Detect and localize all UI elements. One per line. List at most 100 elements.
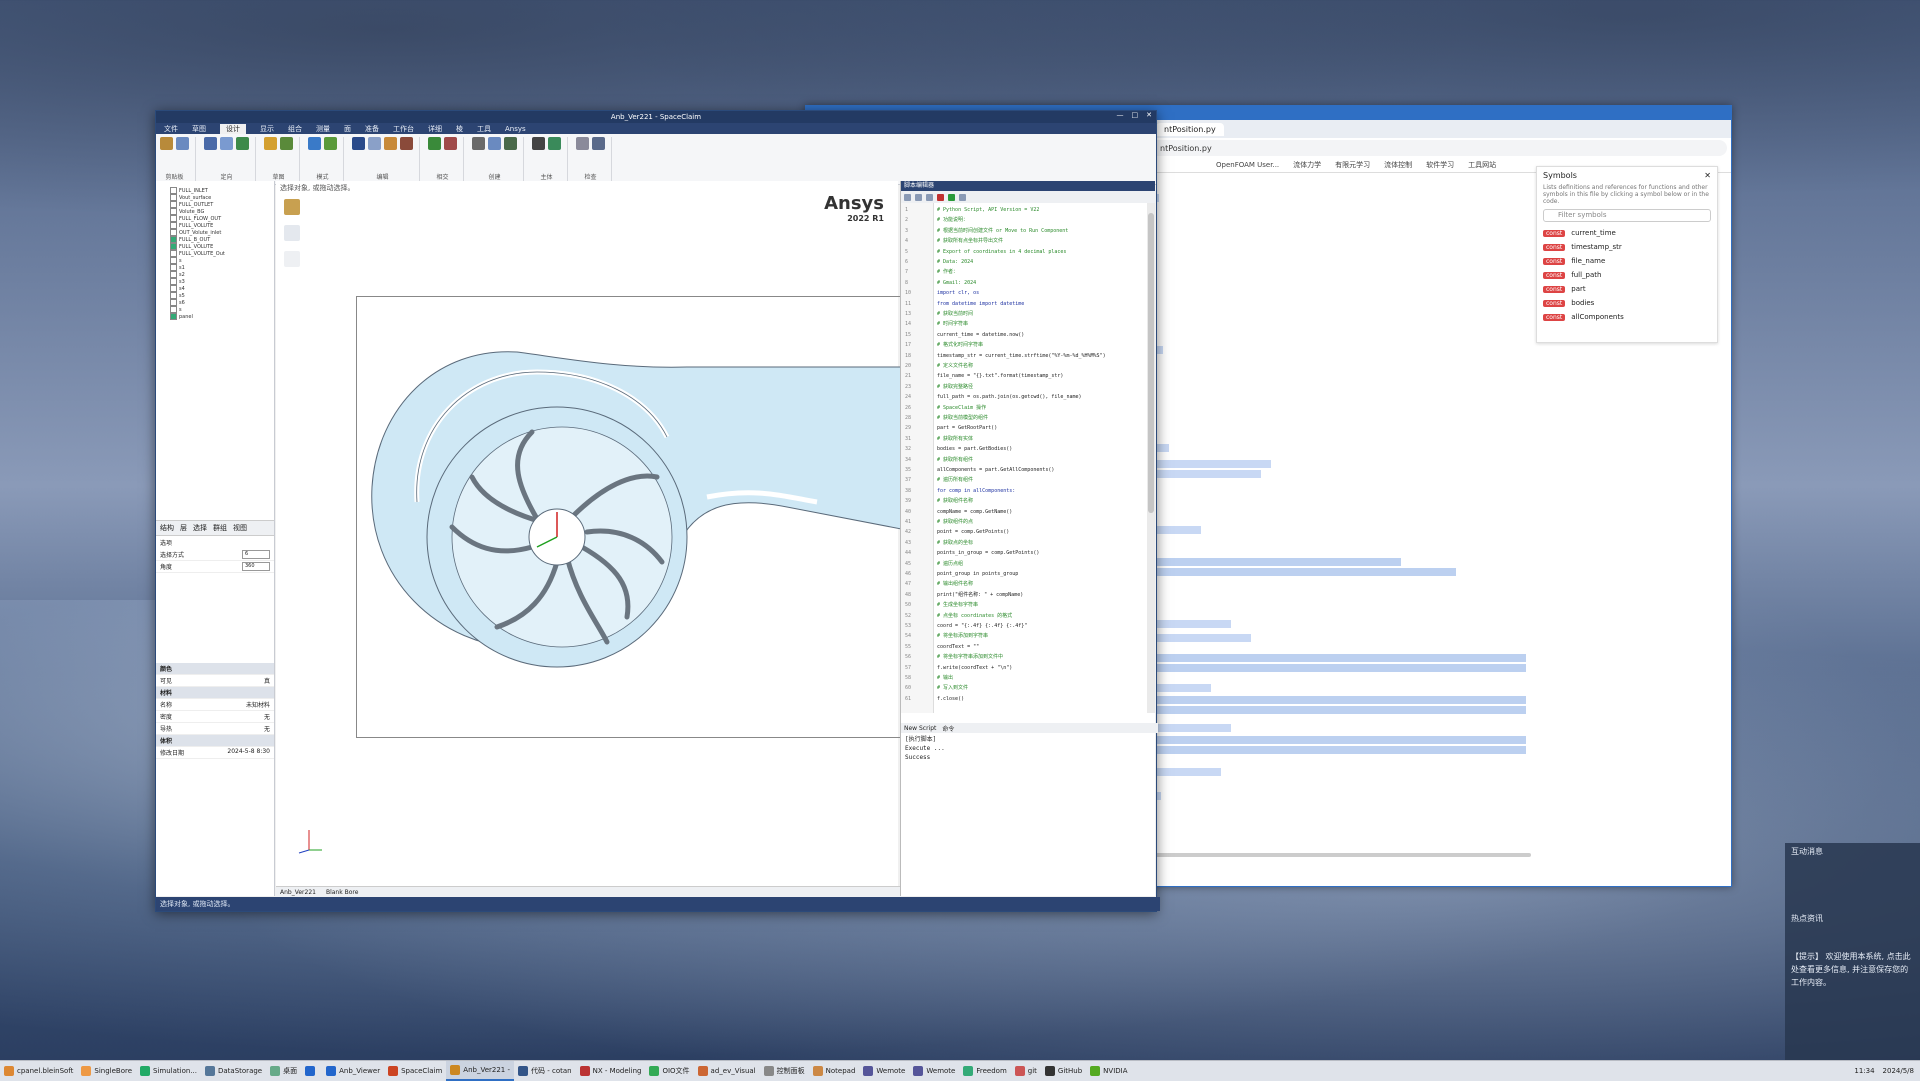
doc-tab[interactable]: Blank Bore <box>326 889 358 896</box>
taskbar-item[interactable] <box>301 1061 322 1081</box>
axis-icon[interactable] <box>488 137 501 150</box>
code-editor[interactable]: 1 2 3 4 5 6 7 8 10 11 13 14 15 17 18 20 21 23 24 26 28 29 31 32… <box>901 203 1147 713</box>
checkbox[interactable] <box>170 257 177 264</box>
bookmark-item[interactable]: 工具网站 <box>1468 160 1496 170</box>
run-icon[interactable] <box>948 193 955 201</box>
move-icon[interactable] <box>384 137 397 150</box>
debug-icon[interactable] <box>959 193 966 201</box>
checkbox[interactable] <box>170 215 177 222</box>
prop-row[interactable]: 可见 真 <box>156 675 274 687</box>
browser-tab[interactable]: ntPosition.py <box>1156 122 1224 136</box>
tree-item[interactable]: panel <box>156 313 274 320</box>
doc-tab[interactable]: Anb_Ver221 <box>280 889 316 896</box>
taskbar-item[interactable]: Wemote <box>909 1061 959 1081</box>
pan-icon[interactable] <box>236 137 249 150</box>
symbol-item[interactable]: const current_time <box>1537 226 1717 240</box>
taskbar-item[interactable]: ad_ev_Visual <box>694 1061 760 1081</box>
tree-item[interactable]: s1 <box>156 264 274 271</box>
bookmark-item[interactable]: OpenFOAM User... <box>1216 161 1279 169</box>
taskbar-item[interactable]: git <box>1011 1061 1041 1081</box>
tree-item[interactable]: FULL_VOLUTE <box>156 243 274 250</box>
prop-row[interactable]: 材料 <box>156 687 274 699</box>
tab-prepare[interactable]: 准备 <box>365 124 379 134</box>
symbol-item[interactable]: const part <box>1537 282 1717 296</box>
tab-display[interactable]: 显示 <box>260 124 274 134</box>
tab-structure[interactable]: 结构 <box>160 523 174 533</box>
tab-sketch[interactable]: 草图 <box>192 124 206 134</box>
taskbar-item[interactable]: Notepad <box>809 1061 860 1081</box>
check-tool-icon[interactable] <box>284 251 300 267</box>
pull-icon[interactable] <box>368 137 381 150</box>
symbol-item[interactable]: const file_name <box>1537 254 1717 268</box>
taskbar-item[interactable]: 桌面 <box>266 1061 301 1081</box>
bookmark-item[interactable]: 流体控制 <box>1384 160 1412 170</box>
checkbox[interactable] <box>170 194 177 201</box>
sketch-mode-icon[interactable] <box>308 137 321 150</box>
checkbox[interactable] <box>170 243 177 250</box>
checkbox[interactable] <box>170 292 177 299</box>
tree-item[interactable]: s <box>156 257 274 264</box>
symbol-item[interactable]: const full_path <box>1537 268 1717 282</box>
tree-item[interactable]: FULL_B_OUT <box>156 236 274 243</box>
save-icon[interactable] <box>926 193 933 201</box>
home-view-icon[interactable] <box>204 137 217 150</box>
prop-row[interactable]: 导热 无 <box>156 723 274 735</box>
taskbar-item[interactable]: OIO文件 <box>645 1061 693 1081</box>
line-icon[interactable] <box>280 137 293 150</box>
taskbar-item[interactable]: NVIDIA <box>1086 1061 1131 1081</box>
drawing-frame[interactable] <box>356 296 918 738</box>
checkbox[interactable] <box>170 278 177 285</box>
notification-panel[interactable]: 互动消息 热点资讯 【提示】 欢迎使用本系统, 点击此处查看更多信息, 并注意保… <box>1785 843 1920 1073</box>
open-icon[interactable] <box>915 193 922 201</box>
scroll-thumb[interactable] <box>1148 213 1154 513</box>
symbol-item[interactable]: const allComponents <box>1537 310 1717 324</box>
paste-icon[interactable] <box>160 137 173 150</box>
tree-item[interactable]: FULL_VOLUTE_Out <box>156 250 274 257</box>
tree-item[interactable]: s <box>156 306 274 313</box>
checkbox[interactable] <box>170 313 177 320</box>
taskbar-item[interactable]: Wemote <box>859 1061 909 1081</box>
taskbar-item[interactable]: SpaceClaim <box>384 1061 446 1081</box>
combine-icon[interactable] <box>428 137 441 150</box>
bookmark-item[interactable]: 软件学习 <box>1426 160 1454 170</box>
checkbox[interactable] <box>170 250 177 257</box>
split-icon[interactable] <box>444 137 457 150</box>
checkbox[interactable] <box>170 285 177 292</box>
check-icon[interactable] <box>592 137 605 150</box>
measure-icon[interactable] <box>576 137 589 150</box>
clock-date[interactable]: 2024/5/8 <box>1883 1067 1914 1075</box>
tree-item[interactable]: s3 <box>156 278 274 285</box>
prop-row[interactable]: 密度 无 <box>156 711 274 723</box>
prop-row[interactable]: 颜色 <box>156 663 274 675</box>
pencil-tool-icon[interactable] <box>284 225 300 241</box>
taskbar-item[interactable]: DataStorage <box>201 1061 266 1081</box>
bookmark-item[interactable]: 有限元学习 <box>1335 160 1370 170</box>
symbol-item[interactable]: const bodies <box>1537 296 1717 310</box>
tree-item[interactable]: FULL_VOLUTE <box>156 222 274 229</box>
symbol-item[interactable]: const timestamp_str <box>1537 240 1717 254</box>
browser-code-view[interactable] <box>1151 176 1531 876</box>
tree-item[interactable]: Volute_BG <box>156 208 274 215</box>
tree-item[interactable]: OUT_Volute_inlet <box>156 229 274 236</box>
tree-item[interactable]: FULL_INLET <box>156 187 274 194</box>
checkbox[interactable] <box>170 236 177 243</box>
tree-item[interactable]: Vout_surface <box>156 194 274 201</box>
prop-row[interactable]: 修改日期 2024-5-8 8:30 <box>156 747 274 759</box>
option-input[interactable]: 360 <box>242 562 270 571</box>
plane-view-icon[interactable] <box>220 137 233 150</box>
taskbar-item[interactable]: NX - Modeling <box>576 1061 646 1081</box>
new-script-icon[interactable] <box>904 193 911 201</box>
checkbox[interactable] <box>170 299 177 306</box>
tab-design[interactable]: 设计 <box>220 123 246 134</box>
tab-detail[interactable]: 详细 <box>428 124 442 134</box>
tab-ansys[interactable]: Ansys <box>505 125 526 133</box>
select-icon[interactable] <box>352 137 365 150</box>
tab-file[interactable]: 文件 <box>164 124 178 134</box>
tab-views[interactable]: 视图 <box>233 523 247 533</box>
tab-workbench[interactable]: 工作台 <box>393 124 414 134</box>
tab-new-script[interactable]: New Script <box>904 725 936 732</box>
checkbox[interactable] <box>170 201 177 208</box>
editor-scrollbar[interactable] <box>1147 203 1155 713</box>
record-icon[interactable] <box>937 193 944 201</box>
3d-viewport[interactable]: 选择对象, 或拖动选择。 Ansys 2022 R1 <box>276 181 918 886</box>
